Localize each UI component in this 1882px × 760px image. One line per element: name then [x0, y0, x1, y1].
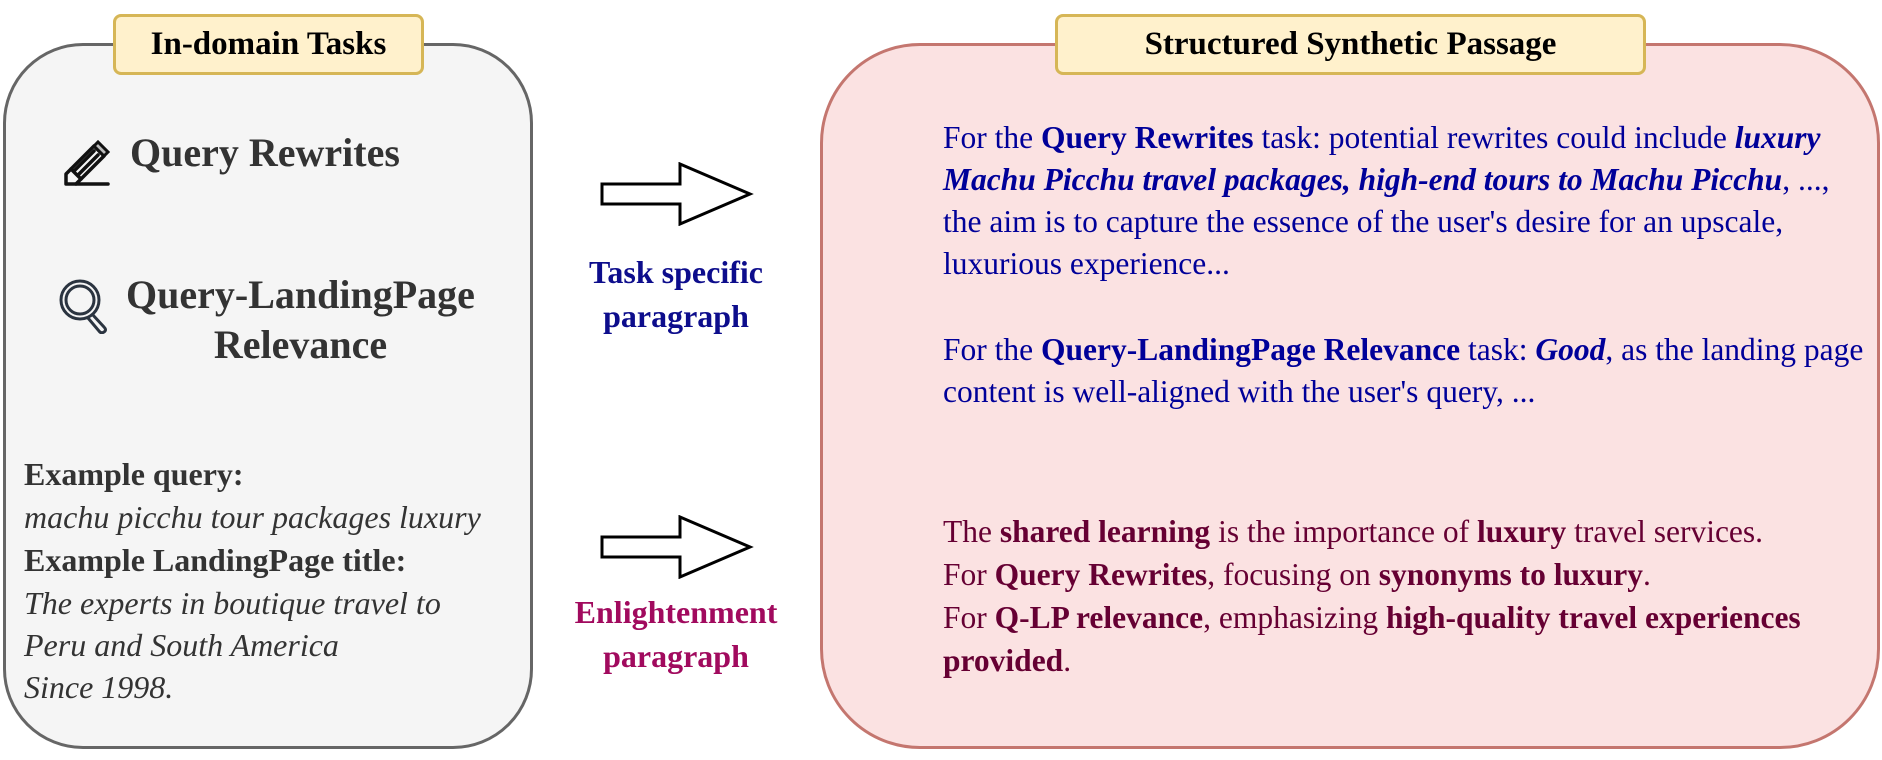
task-query-landingpage-relevance: Query-LandingPage Relevance [126, 270, 475, 370]
text: For [943, 600, 995, 635]
enlightenment-paragraph: The shared learning is the importance of… [943, 510, 1873, 682]
arrow-label-line1: Enlightenment [574, 594, 778, 630]
task-name: Query-LandingPage Relevance [1041, 332, 1461, 367]
text: task: potential rewrites could include [1253, 120, 1735, 155]
task-name: Query Rewrites [1041, 120, 1254, 155]
text: , emphasizing [1203, 600, 1386, 635]
emphasis: Q-LP relevance [994, 600, 1204, 635]
pencil-icon [64, 139, 111, 186]
text: travel services. [1566, 514, 1764, 549]
text: For the [943, 332, 1041, 367]
enlightenment-sentence: The shared learning is the importance of… [943, 510, 1873, 553]
example-title-line: Peru and South America [24, 627, 339, 663]
text: task: [1460, 332, 1536, 367]
in-domain-tasks-title: In-domain Tasks [113, 14, 424, 75]
emphasis: synonyms to luxury [1378, 557, 1643, 592]
enlightenment-sentence: For Q-LP relevance, emphasizing high-qua… [943, 596, 1873, 682]
examples-block: Example query: machu picchu tour package… [24, 453, 534, 708]
query-rewrites-paragraph: For the Query Rewrites task: potential r… [943, 117, 1873, 285]
text: is the importance of [1210, 514, 1477, 549]
text: . [1643, 557, 1651, 592]
task-query-rewrites: Query Rewrites [130, 130, 400, 175]
search-icon [59, 279, 107, 334]
emphasis: Query Rewrites [994, 557, 1208, 592]
emphasis: luxury [1476, 514, 1567, 549]
structured-synthetic-passage-title: Structured Synthetic Passage [1055, 14, 1646, 75]
example-title-label: Example LandingPage title: [24, 542, 407, 578]
text: The [943, 514, 1000, 549]
arrow-label-line2: paragraph [603, 298, 749, 334]
arrow-label-line1: Task specific [589, 254, 763, 290]
task-relevance-line1: Query-LandingPage [126, 272, 475, 317]
example-title-line: Since 1998. [24, 669, 174, 705]
relevance-paragraph: For the Query-LandingPage Relevance task… [943, 329, 1873, 413]
example-query-value: machu picchu tour packages luxury [24, 499, 481, 535]
example-query-label: Example query: [24, 456, 244, 492]
text: , focusing on [1207, 557, 1379, 592]
emphasis: shared learning [999, 514, 1211, 549]
task-specific-paragraph-label: Task specific paragraph [556, 250, 796, 338]
text: . [1063, 643, 1072, 678]
task-relevance-line2: Relevance [213, 322, 388, 367]
enlightenment-sentence: For Query Rewrites, focusing on synonyms… [943, 553, 1873, 596]
right-arrow-icon [600, 162, 754, 226]
relevance-label: Good [1535, 332, 1606, 367]
enlightenment-paragraph-label: Enlightenment paragraph [556, 590, 796, 678]
text: For the [943, 120, 1041, 155]
arrow-label-line2: paragraph [603, 638, 749, 674]
example-title-line: The experts in boutique travel to [24, 585, 441, 621]
right-arrow-icon [600, 515, 754, 579]
text: For [943, 557, 995, 592]
